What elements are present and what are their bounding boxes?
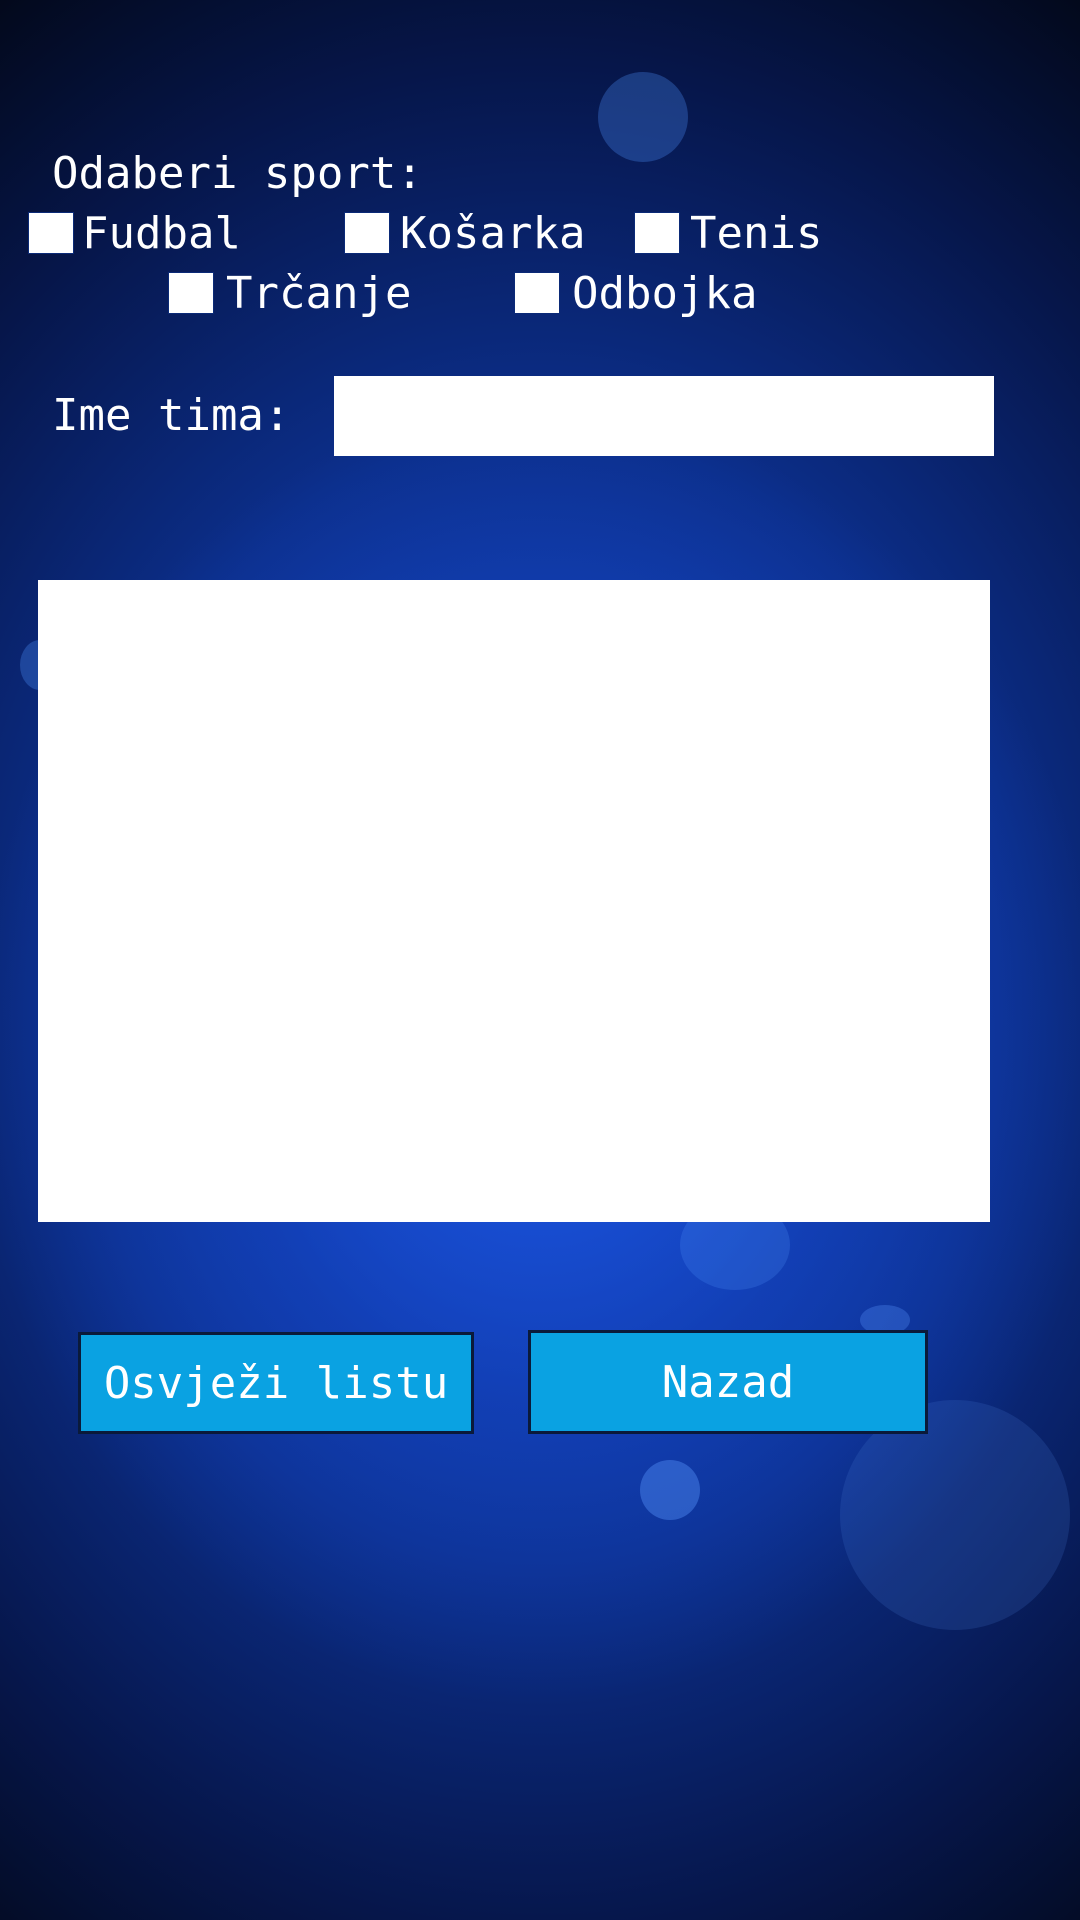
- checkbox-label-trcanje[interactable]: Trčanje: [226, 272, 411, 316]
- checkbox-kosarka[interactable]: [344, 212, 390, 254]
- checkbox-label-fudbal[interactable]: Fudbal: [82, 212, 241, 256]
- background-bokeh: [840, 1400, 1070, 1630]
- background-bokeh: [640, 1460, 700, 1520]
- checkbox-label-odbojka[interactable]: Odbojka: [572, 272, 757, 316]
- background-bokeh: [598, 72, 688, 162]
- team-list[interactable]: [38, 580, 990, 1222]
- checkbox-tenis[interactable]: [634, 212, 680, 254]
- sport-section-title: Odaberi sport:: [52, 148, 423, 199]
- team-name-input[interactable]: [334, 376, 994, 456]
- back-button[interactable]: Nazad: [528, 1330, 928, 1434]
- checkbox-odbojka[interactable]: [514, 272, 560, 314]
- checkbox-label-kosarka[interactable]: Košarka: [400, 212, 585, 256]
- checkbox-trcanje[interactable]: [168, 272, 214, 314]
- team-name-label: Ime tima:: [52, 390, 291, 441]
- checkbox-label-tenis[interactable]: Tenis: [690, 212, 822, 256]
- refresh-list-button[interactable]: Osvježi listu: [78, 1332, 474, 1434]
- checkbox-fudbal[interactable]: [28, 212, 74, 254]
